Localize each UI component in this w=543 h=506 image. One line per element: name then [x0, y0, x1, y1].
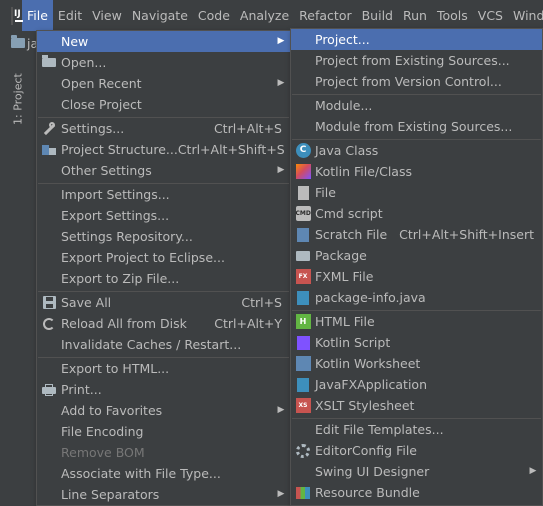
new-menu-module[interactable]: Module... — [291, 95, 542, 116]
scratch-file-icon — [297, 227, 309, 242]
menu-file[interactable]: File — [22, 0, 53, 31]
new-submenu-dropdown: Project... Project from Existing Sources… — [290, 28, 543, 506]
new-menu-editorconfig-file[interactable]: EditorConfig File — [291, 440, 542, 461]
java-class-icon: C — [295, 143, 311, 158]
resource-bundle-icon — [296, 486, 310, 499]
file-menu-export-settings[interactable]: Export Settings... — [37, 205, 290, 226]
menu-build[interactable]: Build — [357, 0, 398, 31]
new-menu-html-file[interactable]: H HTML File — [291, 311, 542, 332]
menu-analyze[interactable]: Analyze — [235, 0, 294, 31]
project-tool-tab[interactable]: 1: Project — [8, 65, 28, 125]
reload-icon — [43, 317, 55, 330]
html-file-icon: H — [295, 314, 311, 329]
save-icon — [42, 296, 56, 309]
kotlin-script-icon — [296, 335, 310, 350]
intellij-logo-icon — [11, 6, 23, 25]
submenu-arrow-icon: ▶ — [277, 165, 285, 175]
file-menu-import-settings[interactable]: Import Settings... — [37, 184, 290, 205]
menu-refactor[interactable]: Refactor — [294, 0, 356, 31]
submenu-arrow-icon: ▶ — [277, 405, 285, 415]
submenu-arrow-icon: ▶ — [529, 466, 537, 476]
file-menu-save-all[interactable]: Save All Ctrl+S — [37, 292, 290, 313]
file-menu-reload-disk[interactable]: Reload All from Disk Ctrl+Alt+Y — [37, 313, 290, 334]
submenu-arrow-icon: ▶ — [277, 36, 285, 46]
new-menu-module-existing[interactable]: Module from Existing Sources... — [291, 116, 542, 137]
menu-window[interactable]: Window — [508, 0, 543, 31]
new-menu-edit-file-templates[interactable]: Edit File Templates... — [291, 419, 542, 440]
new-menu-kotlin-script[interactable]: Kotlin Script — [291, 332, 542, 353]
submenu-arrow-icon: ▶ — [277, 489, 285, 499]
kotlin-worksheet-icon — [295, 356, 311, 371]
submenu-arrow-icon: ▶ — [277, 78, 285, 88]
file-menu-export-html[interactable]: Export to HTML... — [37, 358, 290, 379]
file-icon — [297, 185, 309, 200]
file-menu-open[interactable]: Open... — [37, 52, 290, 73]
new-menu-java-class[interactable]: C Java Class — [291, 140, 542, 161]
menu-view[interactable]: View — [87, 0, 127, 31]
new-menu-scratch-file[interactable]: Scratch File Ctrl+Alt+Shift+Insert — [291, 224, 542, 245]
new-menu-fxml-file[interactable]: FX FXML File — [291, 266, 542, 287]
file-menu-print[interactable]: Print... — [37, 379, 290, 400]
menu-edit[interactable]: Edit — [53, 0, 87, 31]
new-menu-project-vcs[interactable]: Project from Version Control... — [291, 71, 542, 92]
menu-code[interactable]: Code — [193, 0, 235, 31]
file-menu-remove-bom: Remove BOM — [61, 445, 145, 460]
new-menu-package-info[interactable]: package-info.java — [291, 287, 542, 308]
file-menu-export-zip[interactable]: Export to Zip File... — [37, 268, 290, 289]
menu-vcs[interactable]: VCS — [473, 0, 508, 31]
xslt-stylesheet-icon: XS — [295, 398, 311, 413]
file-menu-project-structure[interactable]: Project Structure... Ctrl+Alt+Shift+S — [37, 139, 290, 160]
new-menu-javafx-application[interactable]: JavaFXApplication — [291, 374, 542, 395]
new-menu-kotlin-file-class[interactable]: Kotlin File/Class — [291, 161, 542, 182]
new-menu-xslt-stylesheet[interactable]: XS XSLT Stylesheet — [291, 395, 542, 416]
file-menu-file-encoding[interactable]: File Encoding — [37, 421, 290, 442]
file-menu-export-eclipse[interactable]: Export Project to Eclipse... — [37, 247, 290, 268]
new-menu-cmd-script[interactable]: CMD Cmd script — [291, 203, 542, 224]
file-menu-invalidate-caches[interactable]: Invalidate Caches / Restart... — [37, 334, 290, 355]
file-menu-close-project[interactable]: Close Project — [37, 94, 290, 115]
new-menu-file[interactable]: File — [291, 182, 542, 203]
menu-tools[interactable]: Tools — [432, 0, 473, 31]
project-tab-label: 1: Project — [11, 73, 25, 125]
new-menu-package[interactable]: Package — [291, 245, 542, 266]
package-icon — [296, 250, 310, 261]
new-menu-kotlin-worksheet[interactable]: Kotlin Worksheet — [291, 353, 542, 374]
file-menu-new[interactable]: New ▶ — [37, 31, 290, 52]
printer-icon — [42, 383, 56, 396]
folder-icon — [11, 35, 25, 48]
cmd-script-icon: CMD — [295, 206, 311, 221]
file-menu-open-recent[interactable]: Open Recent ▶ — [37, 73, 290, 94]
new-menu-project[interactable]: Project... — [291, 29, 542, 50]
new-menu-project-existing[interactable]: Project from Existing Sources... — [291, 50, 542, 71]
file-menu-dropdown: New ▶ Open... Open Recent ▶ Close Projec… — [36, 30, 291, 506]
file-menu-settings[interactable]: Settings... Ctrl+Alt+S — [37, 118, 290, 139]
file-menu-associate-file-type[interactable]: Associate with File Type... — [37, 463, 290, 484]
javafx-icon — [297, 377, 309, 392]
new-menu-swing-ui-designer[interactable]: Swing UI Designer ▶ — [291, 461, 542, 482]
open-folder-icon — [42, 55, 56, 67]
file-menu-other-settings[interactable]: Other Settings ▶ — [37, 160, 290, 181]
new-menu-resource-bundle[interactable]: Resource Bundle — [291, 482, 542, 503]
project-structure-icon — [42, 143, 56, 157]
menu-navigate[interactable]: Navigate — [127, 0, 193, 31]
kotlin-file-icon — [295, 164, 311, 179]
package-info-icon — [297, 290, 309, 305]
file-menu-line-separators[interactable]: Line Separators ▶ — [37, 484, 290, 505]
file-menu-settings-repository[interactable]: Settings Repository... — [37, 226, 290, 247]
wrench-icon — [42, 121, 56, 136]
menu-run[interactable]: Run — [398, 0, 432, 31]
file-menu-add-favorites[interactable]: Add to Favorites ▶ — [37, 400, 290, 421]
gear-icon — [296, 443, 310, 458]
fxml-file-icon: FX — [295, 269, 311, 284]
